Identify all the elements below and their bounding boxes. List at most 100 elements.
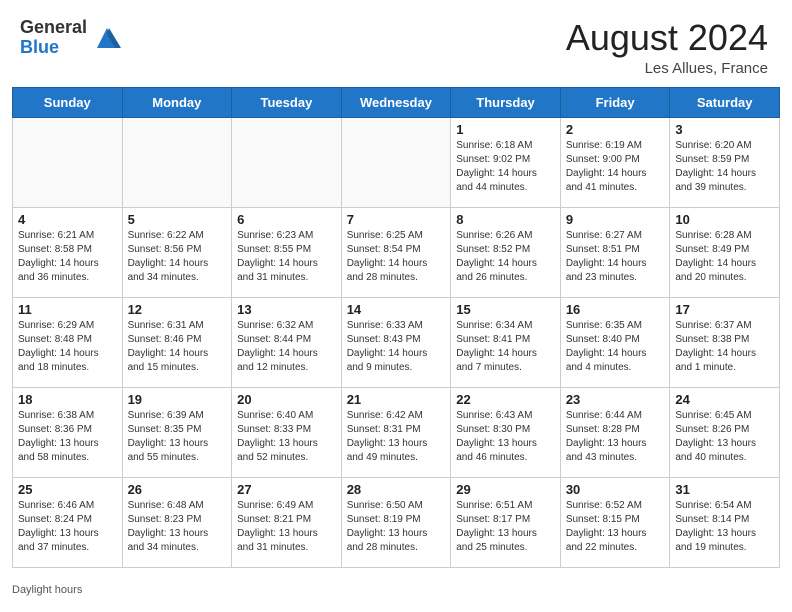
day-info: Sunrise: 6:31 AMSunset: 8:46 PMDaylight:… <box>128 319 227 375</box>
day-cell-empty-0 <box>13 117 123 207</box>
day-cell-1: 1Sunrise: 6:18 AMSunset: 9:02 PMDaylight… <box>451 117 561 207</box>
week-row-5: 25 Sunrise: 6:46 AMSunset: 8:24 PMDayligh… <box>13 477 780 567</box>
day-number: 5 <box>128 212 227 227</box>
day-number: 21 <box>347 392 446 407</box>
day-number: 16 <box>566 302 665 317</box>
day-number: 3 <box>675 122 774 137</box>
day-header-saturday: Saturday <box>670 87 780 117</box>
day-cell-empty-2 <box>232 117 342 207</box>
day-cell-20: 20 Sunrise: 6:40 AMSunset: 8:33 PMDayligh… <box>232 387 342 477</box>
day-header-sunday: Sunday <box>13 87 123 117</box>
day-cell-30: 30 Sunrise: 6:52 AMSunset: 8:15 PMDayligh… <box>560 477 670 567</box>
day-info: Sunrise: 6:18 AMSunset: 9:02 PMDaylight:… <box>456 139 555 195</box>
day-header-row: SundayMondayTuesdayWednesdayThursdayFrid… <box>13 87 780 117</box>
day-cell-13: 13 Sunrise: 6:32 AMSunset: 8:44 PMDayligh… <box>232 297 342 387</box>
day-info: Sunrise: 6:20 AMSunset: 8:59 PMDaylight:… <box>675 139 774 195</box>
day-number: 13 <box>237 302 336 317</box>
day-header-thursday: Thursday <box>451 87 561 117</box>
day-cell-3: 3 Sunrise: 6:20 AMSunset: 8:59 PMDaylight… <box>670 117 780 207</box>
day-cell-27: 27Sunrise: 6:49 AMSunset: 8:21 PMDayligh… <box>232 477 342 567</box>
day-header-tuesday: Tuesday <box>232 87 342 117</box>
calendar-table: SundayMondayTuesdayWednesdayThursdayFrid… <box>12 87 780 568</box>
week-row-3: 11 Sunrise: 6:29 AMSunset: 8:48 PMDayligh… <box>13 297 780 387</box>
day-cell-5: 5 Sunrise: 6:22 AMSunset: 8:56 PMDaylight… <box>122 207 232 297</box>
logo-icon <box>93 24 121 52</box>
day-info: Sunrise: 6:49 AMSunset: 8:21 PMDaylight:… <box>237 499 336 555</box>
day-cell-4: 4Sunrise: 6:21 AMSunset: 8:58 PMDaylight… <box>13 207 123 297</box>
calendar-container: SundayMondayTuesdayWednesdayThursdayFrid… <box>0 87 792 580</box>
day-info: Sunrise: 6:35 AMSunset: 8:40 PMDaylight:… <box>566 319 665 375</box>
day-cell-22: 22 Sunrise: 6:43 AMSunset: 8:30 PMDayligh… <box>451 387 561 477</box>
day-info: Sunrise: 6:45 AMSunset: 8:26 PMDaylight:… <box>675 409 774 465</box>
day-number: 29 <box>456 482 555 497</box>
day-info: Sunrise: 6:22 AMSunset: 8:56 PMDaylight:… <box>128 229 227 285</box>
day-cell-25: 25 Sunrise: 6:46 AMSunset: 8:24 PMDayligh… <box>13 477 123 567</box>
day-info: Sunrise: 6:44 AMSunset: 8:28 PMDaylight:… <box>566 409 665 465</box>
day-cell-17: 17Sunrise: 6:37 AMSunset: 8:38 PMDayligh… <box>670 297 780 387</box>
daylight-label: Daylight hours <box>12 584 82 596</box>
day-cell-19: 19Sunrise: 6:39 AMSunset: 8:35 PMDayligh… <box>122 387 232 477</box>
day-number: 28 <box>347 482 446 497</box>
day-number: 26 <box>128 482 227 497</box>
day-cell-7: 7Sunrise: 6:25 AMSunset: 8:54 PMDaylight… <box>341 207 451 297</box>
day-number: 14 <box>347 302 446 317</box>
day-info: Sunrise: 6:50 AMSunset: 8:19 PMDaylight:… <box>347 499 446 555</box>
day-info: Sunrise: 6:28 AMSunset: 8:49 PMDaylight:… <box>675 229 774 285</box>
day-number: 20 <box>237 392 336 407</box>
day-cell-18: 18Sunrise: 6:38 AMSunset: 8:36 PMDayligh… <box>13 387 123 477</box>
header: General Blue August 2024 Les Allues, Fra… <box>0 0 792 87</box>
week-row-4: 18Sunrise: 6:38 AMSunset: 8:36 PMDayligh… <box>13 387 780 477</box>
logo: General Blue <box>20 18 121 58</box>
day-header-monday: Monday <box>122 87 232 117</box>
day-cell-2: 2 Sunrise: 6:19 AMSunset: 9:00 PMDaylight… <box>560 117 670 207</box>
month-year: August 2024 <box>566 18 768 58</box>
day-cell-9: 9Sunrise: 6:27 AMSunset: 8:51 PMDaylight… <box>560 207 670 297</box>
day-cell-16: 16 Sunrise: 6:35 AMSunset: 8:40 PMDayligh… <box>560 297 670 387</box>
day-number: 22 <box>456 392 555 407</box>
day-info: Sunrise: 6:48 AMSunset: 8:23 PMDaylight:… <box>128 499 227 555</box>
day-cell-12: 12 Sunrise: 6:31 AMSunset: 8:46 PMDayligh… <box>122 297 232 387</box>
day-info: Sunrise: 6:25 AMSunset: 8:54 PMDaylight:… <box>347 229 446 285</box>
day-number: 30 <box>566 482 665 497</box>
day-info: Sunrise: 6:42 AMSunset: 8:31 PMDaylight:… <box>347 409 446 465</box>
day-cell-31: 31Sunrise: 6:54 AMSunset: 8:14 PMDayligh… <box>670 477 780 567</box>
day-info: Sunrise: 6:40 AMSunset: 8:33 PMDaylight:… <box>237 409 336 465</box>
day-cell-11: 11 Sunrise: 6:29 AMSunset: 8:48 PMDayligh… <box>13 297 123 387</box>
day-number: 17 <box>675 302 774 317</box>
day-header-friday: Friday <box>560 87 670 117</box>
day-info: Sunrise: 6:51 AMSunset: 8:17 PMDaylight:… <box>456 499 555 555</box>
week-row-2: 4Sunrise: 6:21 AMSunset: 8:58 PMDaylight… <box>13 207 780 297</box>
day-number: 10 <box>675 212 774 227</box>
day-number: 11 <box>18 302 117 317</box>
day-info: Sunrise: 6:43 AMSunset: 8:30 PMDaylight:… <box>456 409 555 465</box>
location: Les Allues, France <box>566 60 768 77</box>
day-cell-6: 6Sunrise: 6:23 AMSunset: 8:55 PMDaylight… <box>232 207 342 297</box>
day-cell-26: 26 Sunrise: 6:48 AMSunset: 8:23 PMDayligh… <box>122 477 232 567</box>
day-info: Sunrise: 6:39 AMSunset: 8:35 PMDaylight:… <box>128 409 227 465</box>
day-number: 23 <box>566 392 665 407</box>
day-number: 2 <box>566 122 665 137</box>
day-info: Sunrise: 6:32 AMSunset: 8:44 PMDaylight:… <box>237 319 336 375</box>
day-cell-23: 23 Sunrise: 6:44 AMSunset: 8:28 PMDayligh… <box>560 387 670 477</box>
day-number: 12 <box>128 302 227 317</box>
day-cell-24: 24Sunrise: 6:45 AMSunset: 8:26 PMDayligh… <box>670 387 780 477</box>
logo-blue: Blue <box>20 38 87 58</box>
day-header-wednesday: Wednesday <box>341 87 451 117</box>
day-info: Sunrise: 6:26 AMSunset: 8:52 PMDaylight:… <box>456 229 555 285</box>
day-info: Sunrise: 6:33 AMSunset: 8:43 PMDaylight:… <box>347 319 446 375</box>
day-cell-14: 14 Sunrise: 6:33 AMSunset: 8:43 PMDayligh… <box>341 297 451 387</box>
day-info: Sunrise: 6:38 AMSunset: 8:36 PMDaylight:… <box>18 409 117 465</box>
day-info: Sunrise: 6:23 AMSunset: 8:55 PMDaylight:… <box>237 229 336 285</box>
day-info: Sunrise: 6:52 AMSunset: 8:15 PMDaylight:… <box>566 499 665 555</box>
day-info: Sunrise: 6:29 AMSunset: 8:48 PMDaylight:… <box>18 319 117 375</box>
day-number: 31 <box>675 482 774 497</box>
day-info: Sunrise: 6:19 AMSunset: 9:00 PMDaylight:… <box>566 139 665 195</box>
day-number: 15 <box>456 302 555 317</box>
day-info: Sunrise: 6:46 AMSunset: 8:24 PMDaylight:… <box>18 499 117 555</box>
footer: Daylight hours <box>0 580 792 602</box>
day-number: 25 <box>18 482 117 497</box>
week-row-1: 1Sunrise: 6:18 AMSunset: 9:02 PMDaylight… <box>13 117 780 207</box>
day-number: 4 <box>18 212 117 227</box>
day-cell-8: 8Sunrise: 6:26 AMSunset: 8:52 PMDaylight… <box>451 207 561 297</box>
day-number: 9 <box>566 212 665 227</box>
